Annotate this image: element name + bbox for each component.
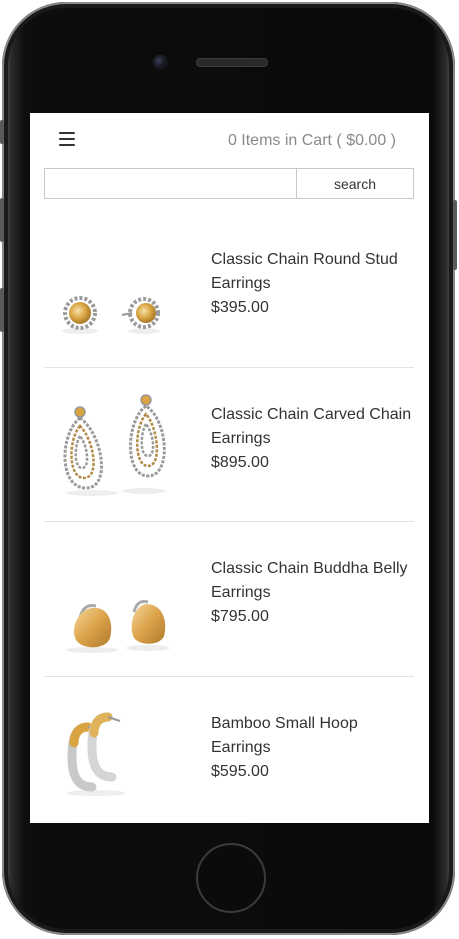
- power-button: [453, 200, 457, 270]
- front-camera: [153, 55, 167, 69]
- product-name[interactable]: Classic Chain Buddha Belly Earrings: [211, 557, 416, 605]
- product-name[interactable]: Classic Chain Round Stud Earrings: [211, 248, 416, 296]
- product-item[interactable]: Bamboo Small Hoop Earrings $595.00: [44, 677, 414, 824]
- header: 0 Items in Cart ( $0.00 ): [30, 113, 429, 169]
- product-info: Classic Chain Carved Chain Earrings $895…: [211, 403, 416, 475]
- search-button[interactable]: search: [296, 168, 414, 199]
- app-screen: 0 Items in Cart ( $0.00 ) search Classic…: [30, 113, 429, 823]
- home-button[interactable]: [196, 843, 266, 913]
- volume-down-button: [0, 288, 4, 332]
- product-info: Classic Chain Round Stud Earrings $395.0…: [211, 248, 416, 320]
- product-price: $795.00: [211, 608, 269, 625]
- buddha-belly-earrings-image: [66, 600, 170, 653]
- product-price: $895.00: [211, 453, 269, 471]
- search-bar: search: [44, 168, 414, 199]
- search-input[interactable]: [44, 168, 296, 199]
- hamburger-menu-icon[interactable]: [59, 132, 75, 146]
- product-price: $595.00: [211, 762, 269, 780]
- earpiece-speaker: [196, 58, 268, 67]
- mute-switch: [0, 120, 4, 144]
- round-stud-earrings-image: [62, 296, 160, 334]
- product-item[interactable]: Classic Chain Carved Chain Earrings $895…: [44, 368, 416, 522]
- carved-chain-earrings-image: [63, 393, 166, 496]
- product-item[interactable]: Classic Chain Round Stud Earrings $395.0…: [44, 213, 414, 368]
- bamboo-hoop-earrings-image: [66, 712, 126, 796]
- product-price: $395.00: [211, 299, 269, 316]
- volume-up-button: [0, 198, 4, 242]
- product-name[interactable]: Bamboo Small Hoop Earrings: [211, 712, 416, 760]
- product-name[interactable]: Classic Chain Carved Chain Earrings: [211, 403, 416, 451]
- product-item[interactable]: Classic Chain Buddha Belly Earrings $795…: [44, 522, 414, 677]
- product-list: Classic Chain Round Stud Earrings $395.0…: [44, 213, 414, 823]
- product-info: Bamboo Small Hoop Earrings $595.00: [211, 712, 416, 784]
- product-info: Classic Chain Buddha Belly Earrings $795…: [211, 557, 416, 629]
- cart-summary-link[interactable]: 0 Items in Cart ( $0.00 ): [228, 132, 396, 150]
